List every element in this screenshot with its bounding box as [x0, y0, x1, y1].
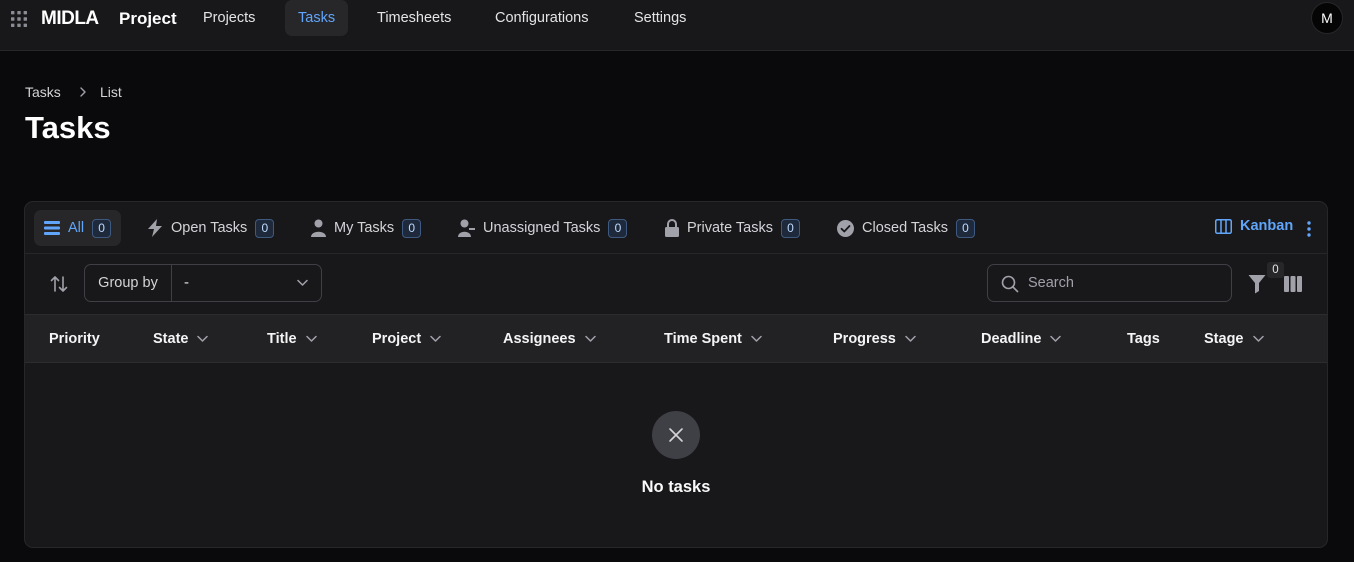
column-stage[interactable]: Stage [1204, 315, 1264, 362]
column-priority-label: Priority [49, 330, 100, 347]
tab-closed-tasks-count: 0 [955, 218, 975, 238]
column-title[interactable]: Title [267, 315, 317, 362]
tab-private-tasks[interactable]: Private Tasks 0 [655, 210, 810, 246]
kanban-view-button[interactable]: Kanban [1215, 218, 1293, 234]
close-icon [669, 428, 683, 442]
tab-unassigned-tasks-count: 0 [608, 218, 628, 238]
tab-open-tasks-label: Open Tasks [171, 220, 248, 236]
chevron-down-icon [751, 335, 762, 342]
chevron-down-icon [305, 335, 317, 342]
chevron-down-icon [197, 335, 209, 342]
check-circle-icon [837, 219, 854, 237]
nav-configurations[interactable]: Configurations [482, 0, 602, 36]
page-title: Tasks [25, 110, 111, 145]
user-avatar[interactable]: M [1311, 2, 1343, 34]
tab-open-tasks-count: 0 [255, 218, 275, 238]
list-icon [44, 221, 60, 235]
chevron-down-icon [297, 279, 308, 286]
sort-icon[interactable] [49, 274, 69, 294]
app-name[interactable]: Project [119, 9, 177, 29]
tasks-card: All 0 Open Tasks 0 My Tasks 0 Unassigned… [24, 201, 1328, 548]
bolt-icon [148, 219, 162, 237]
column-tags[interactable]: Tags [1127, 315, 1160, 362]
column-progress-label: Progress [833, 330, 896, 347]
tab-closed-tasks[interactable]: Closed Tasks 0 [827, 210, 985, 246]
column-progress[interactable]: Progress [833, 315, 916, 362]
chevron-down-icon [905, 335, 916, 342]
column-project-label: Project [372, 330, 422, 347]
top-navbar: MIDLA Project Projects Tasks Timesheets … [0, 0, 1354, 51]
breadcrumb-tasks-link[interactable]: Tasks [25, 84, 61, 100]
group-by-label: Group by [85, 265, 172, 301]
column-tags-label: Tags [1127, 330, 1160, 347]
apps-grid-icon[interactable] [11, 11, 27, 27]
kanban-columns-icon [1215, 218, 1232, 234]
tab-private-tasks-count: 0 [780, 218, 800, 238]
chevron-down-icon [584, 335, 596, 342]
filter-count-badge: 0 [1267, 262, 1284, 278]
chevron-right-icon [80, 87, 86, 97]
empty-state-message: No tasks [641, 478, 711, 496]
tab-unassigned-tasks-label: Unassigned Tasks [483, 220, 601, 236]
tab-my-tasks-label: My Tasks [334, 220, 395, 236]
tab-all[interactable]: All 0 [34, 210, 122, 246]
empty-state-badge [652, 411, 700, 459]
column-assignees[interactable]: Assignees [503, 315, 596, 362]
chevron-down-icon [430, 335, 441, 342]
tab-unassigned-tasks[interactable]: Unassigned Tasks 0 [448, 210, 637, 246]
list-toolbar: Group by - 0 [25, 254, 1327, 314]
group-by-value: - [184, 274, 189, 291]
tab-closed-tasks-label: Closed Tasks [862, 220, 948, 236]
breadcrumb-current: List [100, 84, 122, 100]
lock-icon [665, 219, 679, 237]
nav-timesheets[interactable]: Timesheets [364, 0, 464, 36]
column-deadline[interactable]: Deadline [981, 315, 1062, 362]
filter-tabs: All 0 Open Tasks 0 My Tasks 0 Unassigned… [25, 202, 1327, 254]
kanban-label: Kanban [1240, 218, 1294, 234]
chevron-down-icon [1050, 335, 1062, 342]
user-minus-icon [458, 219, 475, 237]
column-time-spent-label: Time Spent [664, 330, 742, 347]
tab-open-tasks[interactable]: Open Tasks 0 [137, 210, 284, 246]
tab-my-tasks-count: 0 [402, 218, 422, 238]
column-state-label: State [153, 330, 189, 347]
nav-settings[interactable]: Settings [621, 0, 699, 36]
group-by-control: Group by - [84, 264, 322, 302]
search-input[interactable] [1028, 265, 1223, 301]
search-icon [1001, 275, 1019, 293]
table-header: Priority State Title Project Assignees T… [25, 314, 1327, 363]
nav-projects[interactable]: Projects [190, 0, 268, 36]
column-priority[interactable]: Priority [49, 315, 100, 362]
search-box [987, 264, 1232, 302]
column-title-label: Title [267, 330, 297, 347]
filter-icon[interactable] [1248, 274, 1266, 294]
tab-all-label: All [68, 220, 85, 236]
column-state[interactable]: State [153, 315, 209, 362]
user-icon [311, 219, 326, 237]
column-time-spent[interactable]: Time Spent [664, 315, 762, 362]
column-deadline-label: Deadline [981, 330, 1042, 347]
column-stage-label: Stage [1204, 330, 1244, 347]
tab-my-tasks[interactable]: My Tasks 0 [301, 210, 431, 246]
columns-icon[interactable] [1284, 276, 1302, 292]
brand-logo[interactable]: MIDLA [41, 8, 99, 30]
tab-all-count: 0 [92, 218, 112, 238]
group-by-select[interactable]: - [172, 265, 321, 301]
nav-tasks[interactable]: Tasks [285, 0, 349, 36]
more-vertical-icon[interactable] [1304, 219, 1314, 239]
tab-private-tasks-label: Private Tasks [687, 220, 773, 236]
column-assignees-label: Assignees [503, 330, 576, 347]
column-project[interactable]: Project [372, 315, 441, 362]
chevron-down-icon [1252, 335, 1264, 342]
